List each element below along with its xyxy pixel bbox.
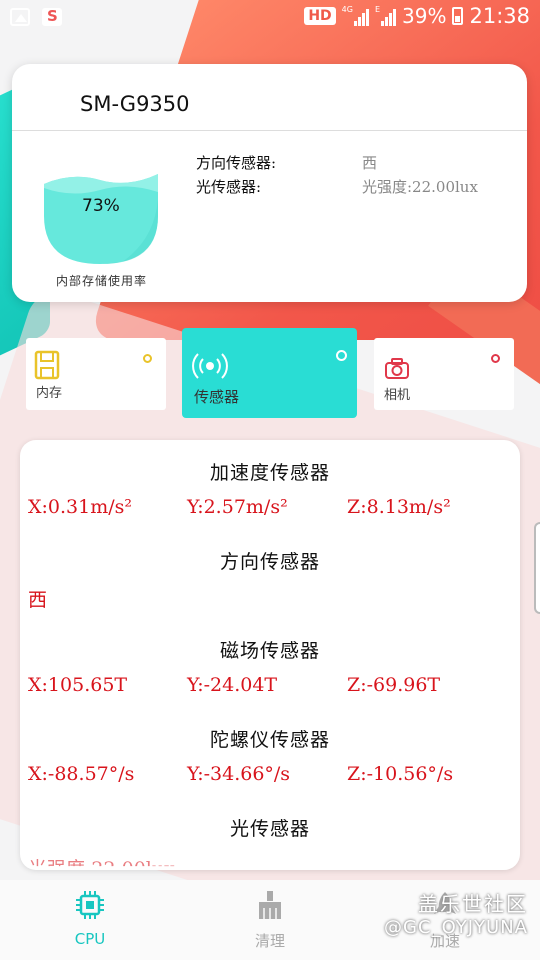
broadcast-signal-icon <box>192 353 228 379</box>
tile-sensor[interactable]: 传感器 <box>182 328 357 418</box>
summary-value: 光强度:22.00lux <box>362 177 478 196</box>
network-type-1: 4G <box>341 5 353 14</box>
magnetometer-y: Y:-24.04T <box>187 674 278 696</box>
gyroscope-title: 陀螺仪传感器 <box>209 729 330 751</box>
tile-memory-indicator <box>143 354 152 363</box>
sensor-summary-row: 方向传感器: 西 <box>196 150 478 174</box>
magnetometer-z: Z:-69.96T <box>347 674 441 696</box>
tile-camera-indicator <box>491 354 500 363</box>
gyroscope-z: Z:-10.56°/s <box>347 763 454 785</box>
magnetometer-x: X:105.65T <box>28 674 128 696</box>
cpu-chip-icon <box>76 891 104 919</box>
camera-icon <box>385 358 409 379</box>
magnetometer-title: 磁场传感器 <box>219 640 320 662</box>
device-model: SM-G9350 <box>80 92 190 116</box>
nav-clean-label: 清理 <box>254 932 285 950</box>
summary-key: 光传感器: <box>196 177 262 196</box>
summary-value: 西 <box>362 153 378 172</box>
light-sensor-value: 光强度:22.00lux <box>28 858 175 870</box>
signal-2-icon: E <box>374 5 397 26</box>
network-type-2: E <box>374 5 381 14</box>
tile-sensor-indicator <box>336 350 347 361</box>
gyroscope-y: Y:-34.66°/s <box>187 763 291 785</box>
sensor-summary-row: 光传感器: 光强度:22.00lux <box>196 174 478 198</box>
clock: 21:38 <box>469 4 530 28</box>
storage-percent: 73% <box>82 196 120 216</box>
light-sensor-title: 光传感器 <box>229 818 310 840</box>
broom-icon <box>259 891 281 919</box>
watermark: 盖乐世社区 @GC_OYJYUNA <box>384 888 528 938</box>
tile-memory-label: 内存 <box>36 386 63 401</box>
tile-memory[interactable]: 内存 <box>26 338 166 410</box>
divider <box>12 130 527 131</box>
sensor-list-card: 加速度传感器 X:0.31m/s² Y:2.57m/s² Z:8.13m/s² … <box>20 440 520 870</box>
accelerometer-z: Z:8.13m/s² <box>347 496 451 518</box>
hd-voice-badge: HD <box>304 7 336 25</box>
battery-icon <box>452 7 464 25</box>
nav-cpu-label: CPU <box>74 930 106 948</box>
gyroscope-x: X:-88.57°/s <box>28 763 135 785</box>
device-info-card: SM-G9350 73% 内部存储使用率 方向传感器: 西 光传感器: 光强度:… <box>12 64 527 302</box>
orientation-title: 方向传感器 <box>219 551 320 573</box>
tile-sensor-label: 传感器 <box>194 388 240 406</box>
tile-camera-label: 相机 <box>384 388 411 403</box>
status-bar: HD 4G E 39% 21:38 <box>0 0 540 36</box>
gallery-notification-icon <box>10 8 30 26</box>
watermark-line1: 盖乐世社区 <box>418 892 528 916</box>
nav-clean[interactable]: 清理 <box>225 890 315 951</box>
summary-key: 方向传感器: <box>196 153 277 172</box>
accelerometer-x: X:0.31m/s² <box>28 496 133 518</box>
tile-camera[interactable]: 相机 <box>374 338 514 410</box>
floppy-disk-icon <box>34 350 60 380</box>
edge-panel-handle[interactable] <box>534 522 540 614</box>
storage-label: 内部存储使用率 <box>56 274 148 288</box>
app-notification-icon <box>42 7 62 26</box>
accelerometer-y: Y:2.57m/s² <box>187 496 288 518</box>
sensor-summary: 方向传感器: 西 光传感器: 光强度:22.00lux <box>196 150 478 198</box>
watermark-line2: @GC_OYJYUNA <box>384 917 528 938</box>
accelerometer-title: 加速度传感器 <box>209 462 330 484</box>
nav-cpu[interactable]: CPU <box>45 890 135 948</box>
battery-percent: 39% <box>402 4 447 28</box>
orientation-value: 西 <box>28 589 48 611</box>
storage-usage-gauge <box>44 174 158 264</box>
signal-1-icon: 4G <box>342 6 369 26</box>
